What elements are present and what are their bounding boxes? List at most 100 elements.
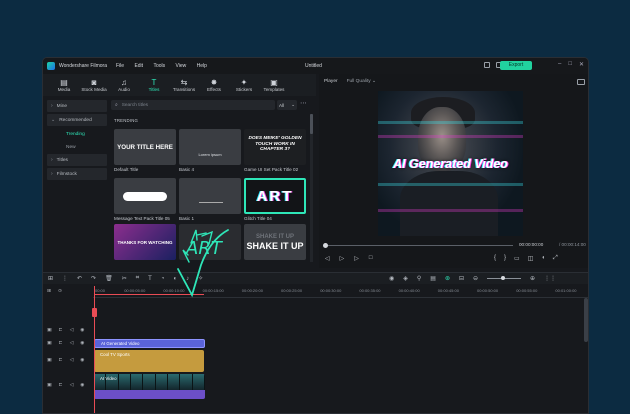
mic-icon[interactable]: ⚲ (417, 275, 421, 282)
mark-in-icon[interactable]: { (494, 255, 496, 262)
sidebar-item-recommended[interactable]: ⌄ Recommended (47, 114, 107, 126)
menu-tools[interactable]: Tools (153, 63, 165, 69)
snapshot-icon[interactable] (577, 79, 585, 85)
zoom-out-icon[interactable]: ⊖ (473, 275, 478, 282)
title-card-thanks[interactable]: THANKS FOR WATCHING (114, 224, 176, 260)
menu-view[interactable]: View (176, 63, 187, 69)
menu-edit[interactable]: Edit (134, 63, 143, 69)
redo-icon[interactable]: ↷ (91, 275, 96, 282)
previous-frame-icon[interactable]: ◁ (325, 255, 330, 262)
voiceover-icon[interactable]: ▤ (430, 275, 436, 282)
select-icon[interactable]: ⋮ (62, 275, 68, 282)
more-options-icon[interactable]: ⋯ (300, 99, 307, 107)
title-card-blank[interactable] (179, 224, 241, 260)
delete-icon[interactable]: 🗑 (105, 275, 113, 282)
text-icon[interactable]: T (148, 276, 152, 282)
camera-icon[interactable]: ◫ (528, 255, 534, 262)
folder-icon[interactable]: ⊏ (59, 383, 63, 388)
close-icon[interactable]: ✕ (579, 61, 584, 68)
export-button[interactable]: Export (500, 61, 532, 70)
transitions-icon: ⇆ (180, 78, 188, 87)
title-card-message-text[interactable] (114, 178, 176, 214)
color-icon[interactable]: ◐ (173, 276, 177, 282)
split-icon[interactable]: ⊟ (459, 275, 464, 282)
sidebar-item-trending[interactable]: Trending (47, 128, 107, 141)
scrubber-handle[interactable] (323, 243, 328, 248)
tab-media[interactable]: ▤ Media (49, 74, 79, 96)
title-card-basic-4[interactable]: Lorem ipsum (179, 129, 241, 165)
add-track-icon[interactable]: ⊞ (47, 289, 51, 294)
fullscreen-icon[interactable]: ⤢ (553, 255, 558, 262)
snap-icon[interactable]: ⊛ (445, 275, 450, 282)
title-card-glitch[interactable]: ART (244, 178, 306, 214)
zoom-slider[interactable] (487, 275, 522, 280)
zoom-in-icon[interactable]: ⊕ (530, 275, 535, 282)
menu-help[interactable]: Help (197, 63, 207, 69)
minimize-icon[interactable]: – (558, 61, 561, 68)
speed-icon[interactable]: ◔ (161, 276, 165, 282)
tab-transitions[interactable]: ⇆ Transitions (169, 74, 199, 96)
eye-icon[interactable]: ◉ (80, 328, 84, 333)
grid-icon[interactable]: ⋮⋮ (544, 275, 556, 282)
video-clip[interactable]: AI Video (94, 374, 205, 399)
menu-file[interactable]: File (116, 63, 124, 69)
eye-icon[interactable]: ◉ (80, 383, 84, 388)
cut-icon[interactable]: ✂ (122, 275, 127, 282)
ai-icon[interactable]: ✧ (198, 275, 203, 282)
tab-stickers[interactable]: ✦ Stickers (229, 74, 259, 96)
folder-icon[interactable]: ⊏ (59, 358, 63, 363)
tab-label: Templates (263, 87, 285, 92)
tab-label: Effects (207, 87, 221, 92)
monitor-icon[interactable] (484, 62, 490, 68)
quality-dropdown[interactable]: Full Quality ⌄ (347, 79, 376, 84)
render-icon[interactable]: ◉ (389, 275, 394, 282)
layout-icon[interactable]: ⊞ (48, 275, 53, 282)
timeline-ruler[interactable]: 00:00 00:00:05:00 00:00:10:00 00:00:15:00 00… (93, 288, 588, 297)
title-card-shake[interactable]: SHAKE IT UP SHAKE IT UP (244, 224, 306, 260)
mute-icon[interactable]: ◁ (70, 383, 74, 388)
tab-audio[interactable]: ♫ Audio (109, 74, 139, 96)
sidebar-item-mine[interactable]: › Mine (47, 100, 107, 112)
sidebar-item-titles[interactable]: › Titles (47, 154, 107, 166)
folder-icon[interactable]: ⊏ (59, 341, 63, 346)
timeline-scrollbar[interactable] (584, 298, 588, 342)
mute-icon[interactable]: ◁ (70, 328, 74, 333)
title-card-basic-1[interactable] (179, 178, 241, 214)
sidebar-item-new[interactable]: New (47, 141, 107, 154)
mute-icon[interactable]: ◁ (70, 341, 74, 346)
crop-icon[interactable]: ⌗ (136, 275, 139, 282)
title-card-game-ui[interactable]: DOES MEIKE' GOLDEN TOUCH WORK IN CHAPTER… (244, 129, 306, 165)
mute-icon[interactable]: ◁ (70, 358, 74, 363)
audio-icon[interactable]: ♪ (186, 276, 189, 282)
volume-icon[interactable]: ◖ (541, 255, 545, 262)
mark-out-icon[interactable]: } (504, 255, 506, 262)
marker-icon[interactable]: ◈ (403, 275, 408, 282)
title-card-default[interactable]: YOUR TITLE HERE (114, 129, 176, 165)
tab-effects[interactable]: ✸ Effects (199, 74, 229, 96)
tab-titles[interactable]: T Titles (139, 74, 169, 96)
eye-icon[interactable]: ◉ (80, 341, 84, 346)
title-clip[interactable]: AI Generated Video (94, 339, 205, 348)
search-input[interactable]: ⌕ Search titles (111, 100, 275, 110)
sidebar-item-filmstock[interactable]: › Filmstock (47, 168, 107, 180)
maximize-icon[interactable]: □ (568, 61, 572, 68)
eye-icon[interactable]: ◉ (80, 358, 84, 363)
undo-icon[interactable]: ↶ (77, 275, 82, 282)
card-preview-text: YOUR TITLE HERE (117, 143, 173, 151)
tab-stock-media[interactable]: ◙ Stock Media (79, 74, 109, 96)
tab-templates[interactable]: ▣ Templates (259, 74, 289, 96)
monitor-icon[interactable]: ▭ (514, 255, 520, 262)
step-back-icon[interactable]: ▷ (340, 255, 345, 262)
tab-player[interactable]: Player (324, 79, 338, 84)
filter-dropdown[interactable]: All ⌄ (277, 100, 297, 110)
folder-icon[interactable]: ⊏ (59, 328, 63, 333)
audio-clip[interactable]: Cool TV Sports (94, 350, 204, 372)
card-preview-text: THANKS FOR WATCHING (117, 239, 173, 245)
playhead[interactable] (94, 286, 95, 413)
play-icon[interactable]: ▷ (354, 255, 359, 262)
stop-icon[interactable]: □ (369, 255, 373, 262)
playhead-handle[interactable] (92, 308, 97, 317)
link-icon[interactable]: ⊙ (58, 289, 62, 294)
player-scrubber[interactable] (323, 243, 513, 248)
library-scrollbar[interactable] (310, 114, 313, 262)
